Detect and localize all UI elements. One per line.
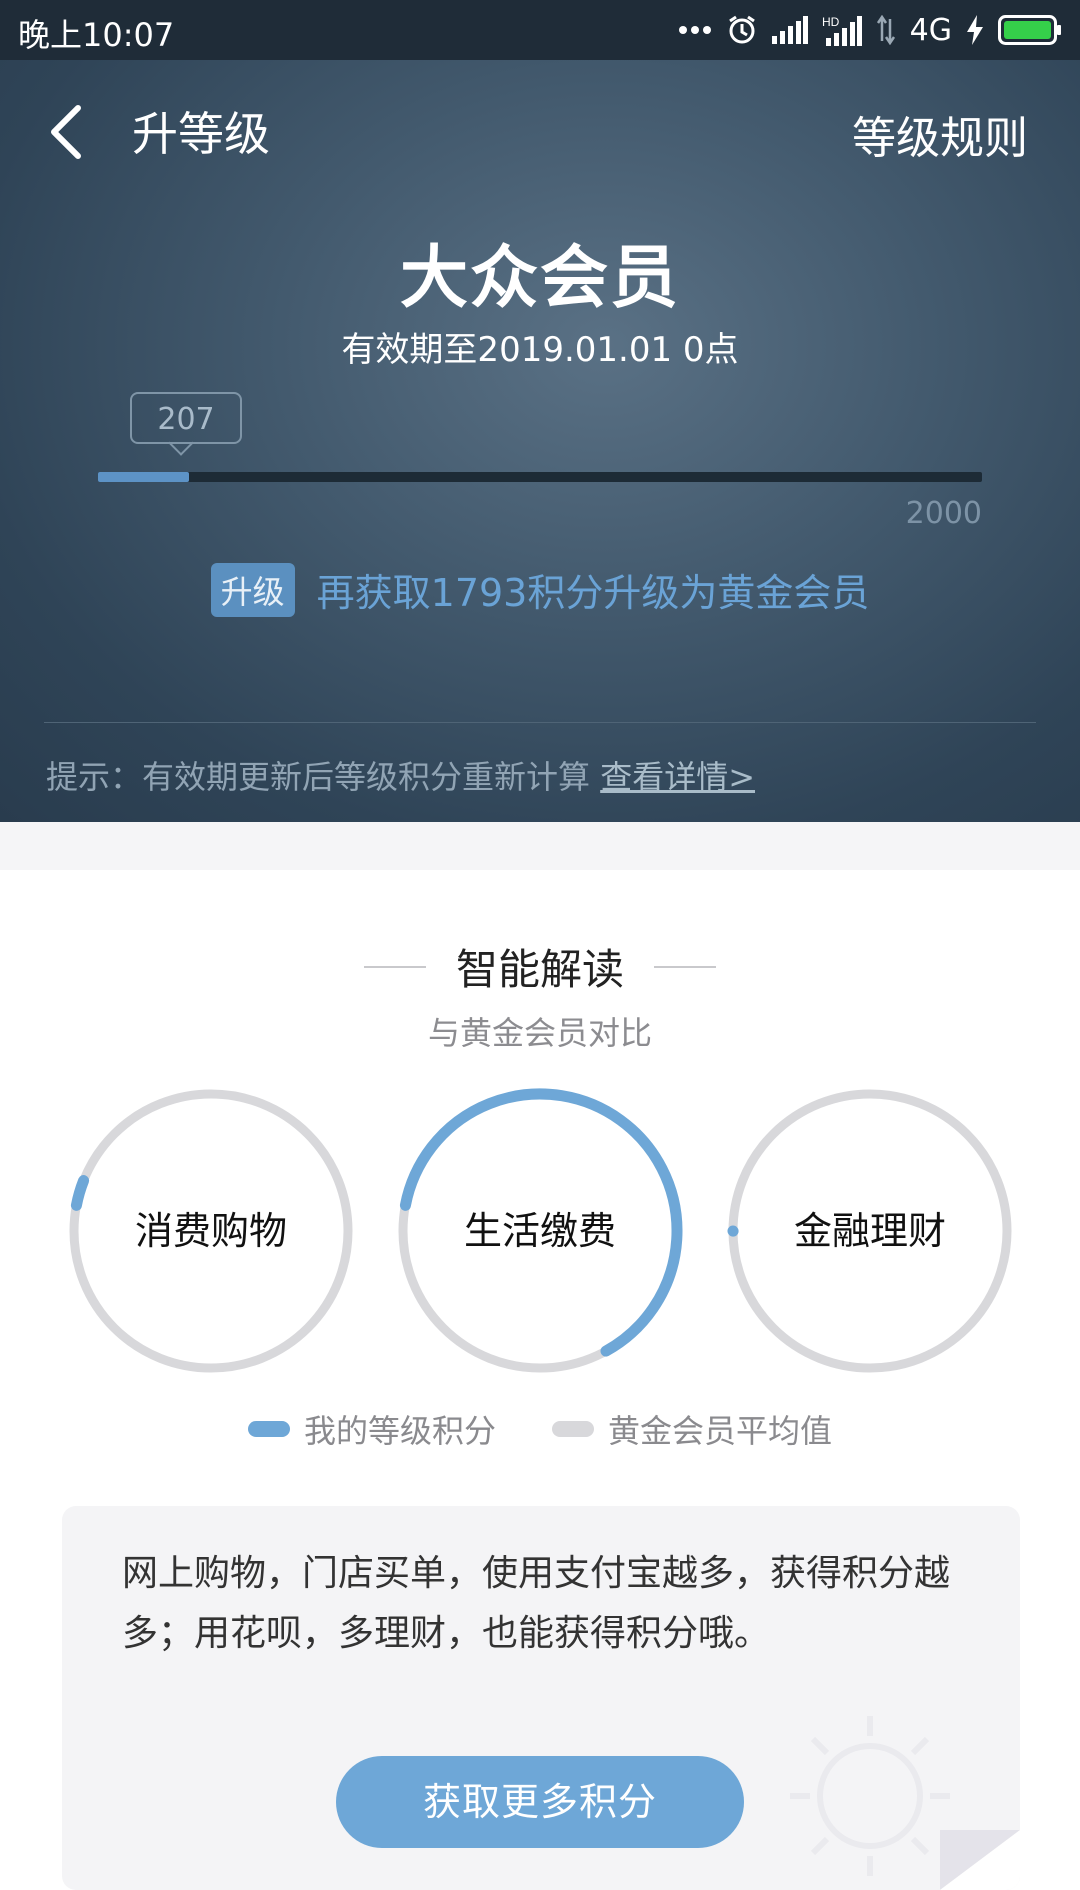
upgrade-badge: 升级 bbox=[210, 562, 295, 617]
ring-label: 生活缴费 bbox=[463, 1209, 616, 1253]
section-subtitle: 与黄金会员对比 bbox=[427, 1014, 652, 1052]
section-line-left bbox=[363, 965, 426, 968]
validity-date: 有效期至2019.01.01 0点 bbox=[341, 330, 739, 370]
alarm-icon bbox=[726, 14, 758, 46]
level-name: 大众会员 bbox=[399, 239, 680, 318]
ring-legend: 我的等级积分 黄金会员平均值 bbox=[0, 1406, 1080, 1452]
status-icons: HD 4G bbox=[678, 8, 1062, 52]
legend-label: 我的等级积分 bbox=[303, 1412, 496, 1450]
legend-gold-average: 黄金会员平均值 bbox=[552, 1406, 832, 1452]
points-max: 2000 bbox=[905, 496, 982, 531]
view-details-link[interactable]: 查看详情> bbox=[600, 758, 755, 796]
status-bar: 晚上10:07 HD 4G bbox=[0, 0, 1080, 60]
get-more-points-button[interactable]: 获取更多积分 bbox=[336, 1756, 744, 1848]
upgrade-text: 再获取1793积分升级为黄金会员 bbox=[316, 571, 870, 615]
legend-swatch-gold bbox=[552, 1421, 594, 1437]
section-line-right bbox=[654, 965, 716, 968]
svg-text:HD: HD bbox=[822, 15, 840, 29]
ring-label: 消费购物 bbox=[134, 1209, 287, 1253]
upgrade-hint: 升级 再获取1793积分升级为黄金会员 bbox=[0, 562, 1080, 617]
tip-text: 提示：有效期更新后等级积分重新计算 bbox=[46, 758, 601, 796]
ring-bills[interactable]: 生活缴费 bbox=[395, 1086, 685, 1376]
data-transfer-icon bbox=[876, 15, 896, 45]
hd-signal-icon: HD bbox=[822, 14, 862, 46]
charging-icon bbox=[966, 15, 984, 45]
page-title: 升等级 bbox=[132, 107, 270, 161]
back-button[interactable] bbox=[44, 100, 88, 164]
status-time: 晚上10:07 bbox=[18, 16, 175, 54]
section-header: 智能解读 bbox=[0, 936, 1080, 997]
ring-finance[interactable]: 金融理财 bbox=[725, 1086, 1015, 1376]
chevron-left-icon bbox=[51, 105, 81, 159]
signal-icon bbox=[771, 16, 808, 44]
network-type: 4G bbox=[909, 12, 952, 48]
section-title: 智能解读 bbox=[455, 945, 624, 994]
battery-icon bbox=[998, 15, 1062, 45]
legend-mine: 我的等级积分 bbox=[247, 1406, 496, 1452]
level-header: 晚上10:07 HD 4G 升等级 等级规则 大众会员 有效期至2019.01.… bbox=[0, 0, 1080, 822]
lightbulb-icon bbox=[790, 1716, 950, 1876]
legend-swatch-mine bbox=[247, 1421, 290, 1437]
ring-shopping[interactable]: 消费购物 bbox=[66, 1086, 356, 1376]
divider bbox=[44, 722, 1036, 723]
points-progress-track bbox=[98, 472, 982, 482]
tip-line: 提示：有效期更新后等级积分重新计算 查看详情> bbox=[46, 752, 755, 798]
points-progress-fill bbox=[98, 472, 190, 482]
page-fold-icon bbox=[940, 1830, 1020, 1890]
advice-text: 网上购物，门店买单，使用支付宝越多，获得积分越多；用花呗，多理财，也能获得积分哦… bbox=[122, 1553, 951, 1654]
level-rules-link[interactable]: 等级规则 bbox=[852, 102, 1028, 166]
more-icon bbox=[678, 25, 712, 35]
legend-label: 黄金会员平均值 bbox=[608, 1412, 833, 1450]
ring-label: 金融理财 bbox=[793, 1209, 946, 1253]
